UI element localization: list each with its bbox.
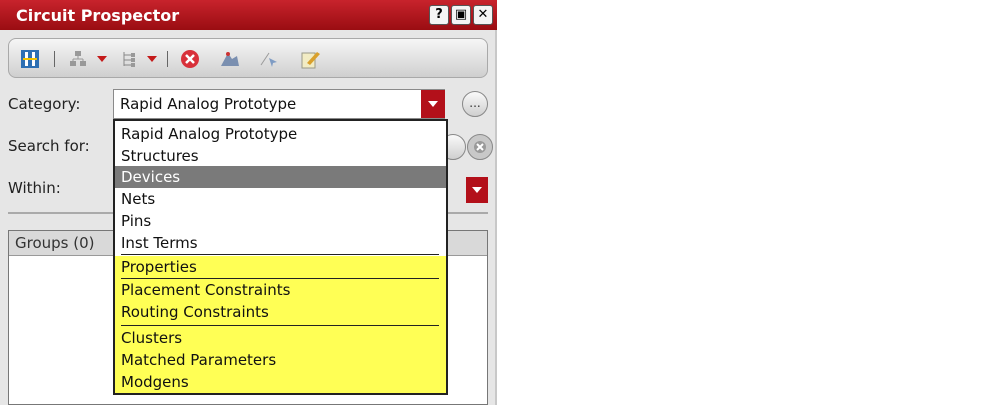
dropdown-item-nets[interactable]: Nets xyxy=(115,188,446,210)
category-label: Category: xyxy=(8,95,81,113)
dropdown-icon[interactable] xyxy=(91,48,113,70)
category-dropdown-arrow[interactable] xyxy=(421,90,445,118)
probe-icon[interactable] xyxy=(219,48,241,70)
dropdown-item-routing-constraints[interactable]: Routing Constraints xyxy=(115,301,446,323)
within-dropdown-arrow[interactable] xyxy=(466,177,488,203)
toolbar xyxy=(8,38,488,78)
category-select[interactable]: Rapid Analog Prototype xyxy=(113,89,445,119)
dropdown-item-inst-terms[interactable]: Inst Terms xyxy=(115,232,446,254)
dropdown-item-pins[interactable]: Pins xyxy=(115,210,446,232)
toolbar-separator xyxy=(54,51,55,67)
toolbar-separator xyxy=(167,51,168,67)
dropdown-separator xyxy=(121,254,439,255)
select-icon[interactable] xyxy=(259,48,281,70)
dropdown-icon[interactable] xyxy=(141,48,163,70)
dropdown-item-structures[interactable]: Structures xyxy=(115,145,446,167)
help-button[interactable]: ? xyxy=(429,5,449,25)
window-title: Circuit Prospector xyxy=(16,6,180,25)
search-label: Search for: xyxy=(8,137,90,155)
dropdown-item-placement-constraints[interactable]: Placement Constraints xyxy=(115,279,446,301)
within-label: Within: xyxy=(8,179,61,197)
hierarchy-icon[interactable] xyxy=(67,48,89,70)
category-dropdown-list[interactable]: Rapid Analog Prototype Structures Device… xyxy=(113,119,448,395)
edit-icon[interactable] xyxy=(299,48,321,70)
stop-icon[interactable] xyxy=(179,48,201,70)
close-button[interactable]: ✕ xyxy=(473,5,493,25)
dropdown-item-properties[interactable]: Properties xyxy=(115,256,446,279)
tree-icon[interactable] xyxy=(117,48,139,70)
clear-search-icon[interactable] xyxy=(467,134,493,160)
dropdown-separator xyxy=(121,278,439,279)
dropdown-item-clusters[interactable]: Clusters xyxy=(115,327,446,349)
float-button[interactable]: ▣ xyxy=(451,5,471,25)
title-bar[interactable]: Circuit Prospector ? ▣ ✕ xyxy=(0,0,497,30)
dropdown-item-matched-parameters[interactable]: Matched Parameters xyxy=(115,349,446,371)
dropdown-item-devices[interactable]: Devices xyxy=(115,166,446,188)
dropdown-separator xyxy=(121,325,439,326)
dropdown-item-modgens[interactable]: Modgens xyxy=(115,371,446,393)
dropdown-item-rapid-analog-prototype[interactable]: Rapid Analog Prototype xyxy=(115,123,446,145)
category-value: Rapid Analog Prototype xyxy=(120,95,297,113)
navigator-icon[interactable] xyxy=(19,48,41,70)
category-more-button[interactable]: ... xyxy=(462,91,488,117)
groups-label: Groups (0) xyxy=(15,234,95,252)
